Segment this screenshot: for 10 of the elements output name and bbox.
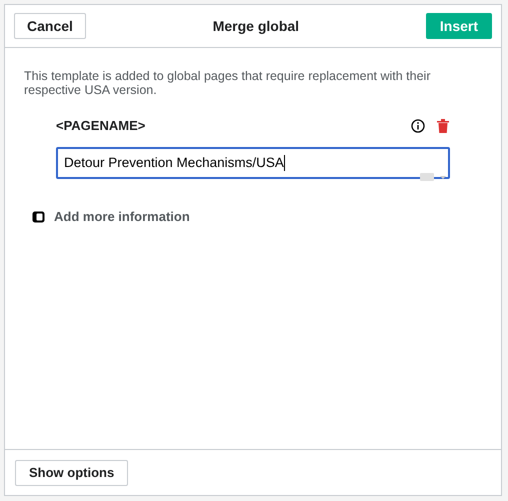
trash-icon[interactable] [437, 119, 449, 133]
parameter-input[interactable]: Detour Prevention Mechanisms/USA [56, 147, 450, 179]
cancel-button[interactable]: Cancel [14, 13, 86, 39]
description-text: This template is added to global pages that require replacement with their respective USA version. [24, 69, 432, 97]
show-options-button[interactable]: Show options [15, 460, 128, 486]
add-more-info-link[interactable]: Add more information [32, 207, 190, 226]
dialog-title: Merge global [212, 16, 300, 36]
parameter-name: <PAGENAME> [56, 117, 146, 136]
info-icon[interactable] [411, 119, 425, 133]
panel-toggle-icon [32, 210, 45, 223]
